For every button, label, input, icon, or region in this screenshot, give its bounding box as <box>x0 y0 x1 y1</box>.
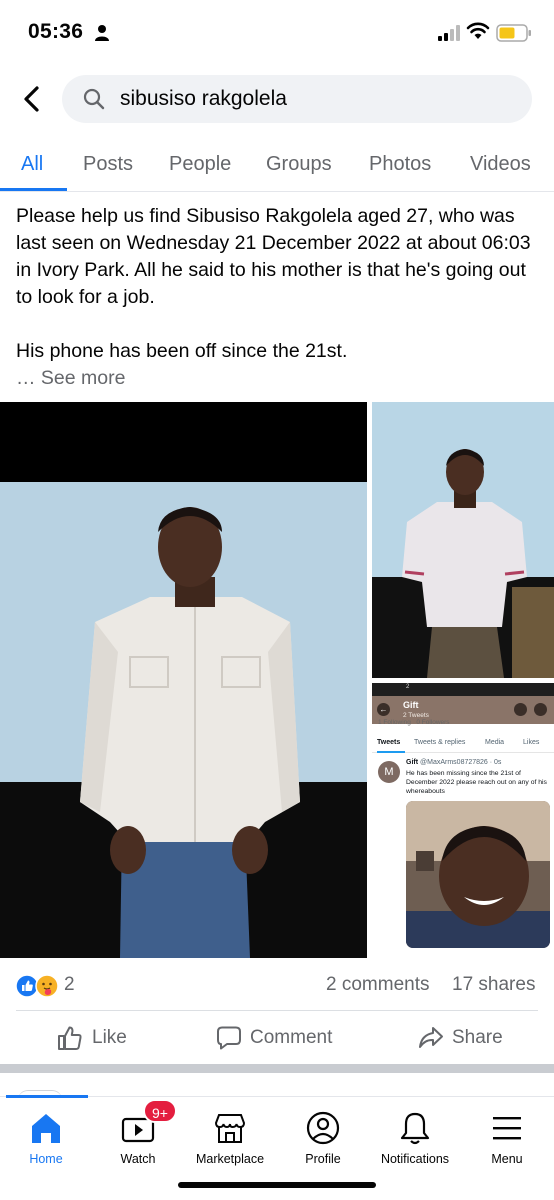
tweet-tab-indicator <box>377 751 405 753</box>
battery-icon <box>496 24 531 42</box>
home-icon <box>32 1114 60 1143</box>
home-indicator <box>178 1182 376 1188</box>
feed-separator <box>0 1064 554 1073</box>
tab-people[interactable]: People <box>169 153 231 176</box>
comment-label: Comment <box>250 1027 333 1048</box>
status-bar: 05:36 <box>0 0 554 66</box>
tweet-tab: Tweets & replies <box>414 739 466 746</box>
nav-active-indicator <box>6 1095 88 1098</box>
tab-videos[interactable]: Videos <box>470 153 531 176</box>
tweet-user-line: Gift @MaxArms08727826 · 0s <box>406 759 501 766</box>
wifi-icon <box>466 22 490 39</box>
active-tab-indicator <box>0 188 67 191</box>
post-text: Please help us find Sibusiso Rakgolela a… <box>16 203 546 392</box>
post-photo-main[interactable] <box>0 402 367 958</box>
like-label: Like <box>92 1027 127 1048</box>
nav-menu-label: Menu <box>491 1152 523 1166</box>
nav-profile-label: Profile <box>305 1152 341 1166</box>
tweet-text: He has been missing since the 21st of De… <box>406 770 547 795</box>
comments-count[interactable]: 2 comments <box>326 974 429 996</box>
person-photo <box>0 402 367 958</box>
tweet-avatar: M <box>378 761 400 783</box>
tab-photos[interactable]: Photos <box>369 153 431 176</box>
tweet-status-number: 2 <box>406 684 410 690</box>
reaction-icons[interactable] <box>15 974 63 998</box>
back-arrow-icon[interactable] <box>18 84 46 114</box>
post-photo-secondary[interactable] <box>372 402 554 678</box>
post-photo-tweet-screenshot[interactable]: 2 ← Gift 2 Tweets 1 Following 0 Follower… <box>372 683 554 958</box>
tweet-back-icon: ← <box>377 703 390 716</box>
post-paragraph: Please help us find Sibusiso Rakgolela a… <box>16 205 531 308</box>
tweet-follow-stats: 1 Following 0 Followers <box>378 719 450 726</box>
nav-menu[interactable]: Menu <box>457 1109 554 1169</box>
tab-posts[interactable]: Posts <box>83 153 133 176</box>
person-icon <box>95 25 109 41</box>
divider <box>16 1010 538 1011</box>
nav-marketplace-label: Marketplace <box>195 1152 265 1166</box>
menu-icon <box>493 1117 521 1140</box>
care-reaction-icon <box>35 974 59 998</box>
comment-button[interactable]: Comment <box>216 1022 356 1056</box>
post-paragraph: His phone has been off since the 21st. <box>16 340 348 362</box>
search-icon <box>83 88 105 110</box>
nav-notifications-label: Notifications <box>380 1152 450 1166</box>
tab-groups[interactable]: Groups <box>266 153 332 176</box>
reaction-count[interactable]: 2 <box>64 974 75 996</box>
nav-notifications[interactable]: Notifications <box>365 1109 465 1169</box>
signal-icon <box>438 25 460 41</box>
search-input[interactable] <box>120 84 520 114</box>
tweet-status-bar: 2 <box>372 683 554 696</box>
tweet-tab: Media <box>485 739 505 746</box>
tweet-following: 1 Following <box>378 719 411 726</box>
marketplace-icon <box>214 1114 246 1143</box>
tweet-photo <box>406 801 550 948</box>
tweet-more-icon <box>534 703 547 716</box>
like-icon <box>58 1026 82 1050</box>
reactions-row: 2 2 comments 17 shares <box>0 966 554 1006</box>
tweet-user-handle: @MaxArms08727826 · 0s <box>420 759 502 766</box>
like-reaction-icon <box>15 974 39 998</box>
person-photo <box>372 402 554 678</box>
bell-icon <box>400 1112 430 1145</box>
tweet-profile-name: Gift <box>403 700 419 710</box>
search-filter-tabs: All Posts People Groups Photos Videos <box>0 140 554 192</box>
search-bar[interactable] <box>62 75 532 123</box>
nav-profile[interactable]: Profile <box>273 1109 373 1169</box>
tweet-count: 2 Tweets <box>403 712 429 719</box>
nav-home[interactable]: Home <box>0 1109 96 1169</box>
nav-home-label: Home <box>29 1152 63 1166</box>
shares-count[interactable]: 17 shares <box>452 974 535 996</box>
share-icon <box>419 1027 443 1048</box>
like-button[interactable]: Like <box>57 1022 147 1056</box>
tweet-followers: 0 Followers <box>416 719 450 726</box>
status-time: 05:36 <box>28 20 84 43</box>
tweet-tab: Likes <box>523 739 540 746</box>
see-more-link[interactable]: … See more <box>16 365 546 392</box>
profile-icon <box>306 1111 340 1145</box>
tweet-search-icon <box>514 703 527 716</box>
tweet-tabs: Tweets Tweets & replies Media Likes <box>372 739 554 753</box>
person-photo <box>406 801 550 948</box>
watch-notification-badge: 9+ <box>143 1099 177 1123</box>
nav-marketplace[interactable]: Marketplace <box>180 1109 280 1169</box>
nav-watch-label: Watch <box>120 1152 156 1166</box>
share-button[interactable]: Share <box>418 1022 528 1056</box>
share-label: Share <box>452 1027 503 1048</box>
comment-icon <box>217 1026 241 1050</box>
tweet-tab: Tweets <box>377 739 401 746</box>
tweet-user-name: Gift <box>406 759 419 766</box>
tab-all[interactable]: All <box>21 153 43 176</box>
